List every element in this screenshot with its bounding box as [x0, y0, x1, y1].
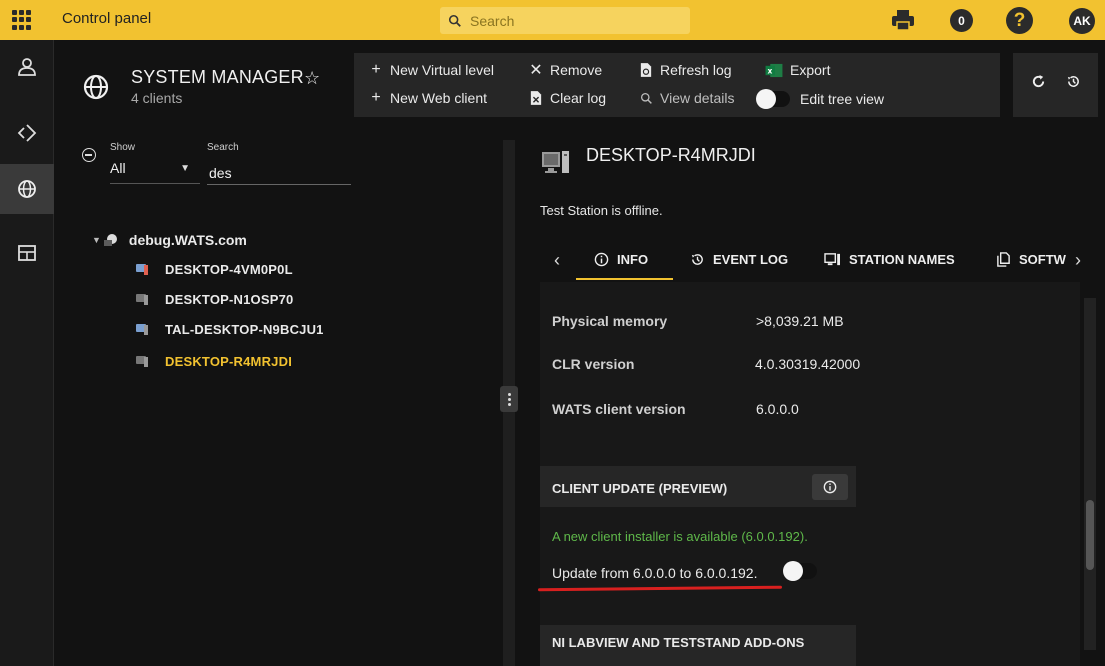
computer-offline-icon	[542, 151, 569, 173]
scrollbar-thumb[interactable]	[1086, 500, 1094, 570]
refresh-log-button[interactable]: Refresh log	[638, 62, 732, 78]
update-switch[interactable]	[783, 561, 817, 581]
help-icon[interactable]: ?	[1006, 7, 1033, 34]
tab-info[interactable]: INFO	[594, 252, 648, 267]
update-label: Update from 6.0.0.0 to 6.0.0.192.	[552, 565, 758, 581]
info-label: CLR version	[552, 356, 635, 372]
tree-item[interactable]: DESKTOP-N1OSP70	[136, 292, 293, 307]
tab-event-log[interactable]: EVENT LOG	[690, 252, 788, 267]
history-button[interactable]	[1058, 67, 1088, 95]
reload-button[interactable]	[1023, 67, 1053, 95]
tab-software[interactable]: SOFTW	[996, 252, 1066, 267]
excel-icon: x	[764, 62, 784, 78]
search-icon	[638, 90, 654, 106]
favorite-star-icon[interactable]: ☆	[304, 68, 320, 89]
splitter-handle[interactable]	[500, 386, 518, 412]
client-count: 4 clients	[131, 90, 183, 106]
client-update-info-button[interactable]	[812, 474, 848, 500]
tab-station-names[interactable]: STATION NAMES	[824, 252, 955, 267]
station-name: DESKTOP-R4MRJDI	[586, 145, 756, 165]
info-value: 6.0.0.0	[756, 401, 799, 417]
rail-history-button[interactable]	[0, 108, 54, 158]
rail-dashboard-button[interactable]	[0, 228, 54, 278]
new-web-client-button[interactable]: + New Web client	[368, 89, 487, 106]
plus-icon: +	[371, 89, 381, 106]
toggle-knob	[783, 561, 803, 581]
edit-tree-view-switch[interactable]	[756, 89, 790, 109]
app-title: Control panel	[62, 10, 152, 27]
computer-icon	[136, 264, 149, 275]
toolbar: + New Virtual level + New Web client ✕ Remo…	[354, 53, 1000, 117]
info-value: 4.0.30319.42000	[755, 356, 861, 372]
tree-root-node[interactable]: ▼ debug.WATS.com	[92, 232, 247, 248]
detail-tabs: ‹ INFO EVENT LOG STATION NAMES SOFTW ›	[540, 240, 1100, 280]
page-title: SYSTEM MANAGER	[131, 67, 304, 87]
info-icon	[594, 252, 609, 267]
chevron-down-icon: ▼	[180, 163, 190, 174]
scrollbar[interactable]	[1084, 298, 1096, 650]
history-icon	[1067, 75, 1079, 87]
tab-scroll-right-icon[interactable]: ›	[1075, 250, 1081, 271]
ni-addons-title: NI LABVIEW AND TESTSTAND ADD-ONS	[552, 635, 805, 650]
global-search[interactable]	[440, 7, 690, 34]
computer-icon	[136, 324, 149, 335]
clear-file-icon	[528, 90, 544, 106]
new-virtual-level-button[interactable]: + New Virtual level	[368, 61, 494, 78]
toggle-knob	[756, 89, 776, 109]
active-tab-indicator	[576, 278, 673, 280]
computer-icon	[136, 294, 149, 305]
toolbar-right-actions	[1013, 53, 1098, 117]
remove-button[interactable]: ✕ Remove	[528, 62, 602, 79]
copy-icon	[996, 252, 1011, 267]
user-icon	[18, 58, 36, 76]
refresh-file-icon	[638, 62, 654, 78]
search-icon	[448, 14, 461, 27]
update-available-message: A new client installer is available (6.0…	[552, 529, 808, 544]
print-icon[interactable]	[890, 8, 916, 32]
notification-badge[interactable]: 0	[950, 9, 973, 32]
reload-icon	[1032, 74, 1044, 87]
view-details-button[interactable]: View details	[638, 90, 734, 106]
tree-item[interactable]: TAL-DESKTOP-N9BCJU1	[136, 322, 324, 337]
info-icon	[823, 480, 837, 494]
show-label: Show	[110, 142, 136, 153]
clear-log-button[interactable]: Clear log	[528, 90, 606, 106]
close-icon: ✕	[529, 62, 543, 79]
network-globe-icon	[103, 234, 117, 246]
tab-scroll-left-icon[interactable]: ‹	[554, 250, 560, 271]
dashboard-icon	[18, 245, 36, 261]
user-avatar[interactable]: AK	[1069, 8, 1095, 34]
plus-icon: +	[371, 61, 381, 78]
computer-icon	[136, 356, 149, 367]
svg-text:x: x	[767, 66, 772, 75]
collapse-all-icon[interactable]	[82, 148, 96, 162]
top-bar: Control panel 0 ? AK	[0, 0, 1105, 40]
transfer-icon	[17, 124, 37, 142]
globe-icon	[83, 74, 109, 100]
tree-item[interactable]: DESKTOP-4VM0P0L	[136, 262, 293, 277]
nav-rail	[0, 40, 54, 666]
station-status: Test Station is offline.	[540, 203, 663, 218]
rail-user-button[interactable]	[0, 42, 54, 92]
apps-grid-icon[interactable]	[12, 10, 32, 30]
info-label: WATS client version	[552, 401, 686, 417]
tree-item-selected[interactable]: DESKTOP-R4MRJDI	[136, 354, 292, 369]
search-label: Search	[207, 142, 239, 153]
globe-icon	[18, 180, 36, 198]
info-label: Physical memory	[552, 313, 668, 329]
show-select[interactable]: All ▼	[110, 160, 200, 184]
rail-globe-button[interactable]	[0, 164, 54, 214]
global-search-input[interactable]	[470, 12, 670, 29]
update-toggle[interactable]	[783, 561, 817, 582]
edit-tree-view-toggle[interactable]: Edit tree view	[756, 89, 884, 109]
info-value: >8,039.21 MB	[756, 313, 844, 329]
history-icon	[690, 252, 705, 267]
computer-icon	[824, 252, 841, 267]
client-update-title: CLIENT UPDATE (PREVIEW)	[552, 481, 728, 496]
export-button[interactable]: x Export	[764, 62, 830, 78]
tree-expand-icon[interactable]: ▼	[92, 235, 101, 245]
tree-search-input[interactable]	[207, 160, 351, 185]
